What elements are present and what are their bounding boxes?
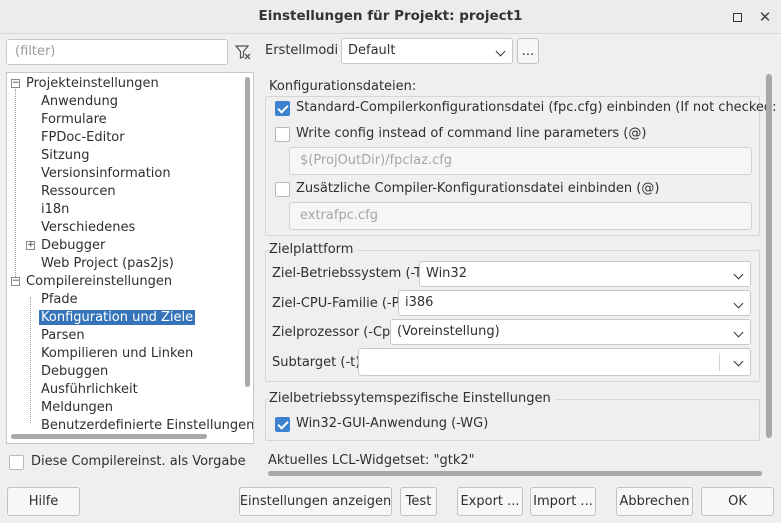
win32-gui-label: Win32-GUI-Anwendung (-WG) bbox=[296, 416, 489, 431]
tree-item[interactable]: Debuggen bbox=[41, 363, 108, 381]
panel-vertical-scrollbar[interactable] bbox=[766, 74, 772, 438]
tree-item-label: Debugger bbox=[41, 238, 106, 253]
cancel-button[interactable]: Abbrechen bbox=[616, 487, 693, 516]
expand-icon[interactable]: + bbox=[26, 241, 35, 250]
title-bar: Einstellungen für Projekt: project1 ✕ bbox=[0, 0, 781, 34]
tree-item-label: Anwendung bbox=[41, 94, 118, 109]
tree-item[interactable]: Formulare bbox=[41, 111, 107, 129]
tree-item-label: Konfiguration und Ziele bbox=[39, 310, 196, 325]
tree-item[interactable]: Projekteinstellungen bbox=[26, 75, 159, 93]
tree-item-label: Verschiedenes bbox=[41, 220, 136, 235]
tree-item[interactable]: Meldungen bbox=[41, 399, 113, 417]
target-os-label: Ziel-Betriebssystem (-T) bbox=[272, 266, 428, 281]
tree-item-label: Ressourcen bbox=[41, 184, 116, 199]
target-cpu-combobox[interactable]: i386 bbox=[398, 290, 751, 316]
win32-gui-checkbox[interactable] bbox=[275, 417, 290, 432]
tree-item[interactable]: Benutzerdefinierte Einstellungen bbox=[41, 417, 254, 435]
use-as-default-checkbox[interactable] bbox=[9, 455, 24, 470]
tree-item[interactable]: Versionsinformation bbox=[41, 165, 171, 183]
tree-item[interactable]: FPDoc-Editor bbox=[41, 129, 125, 147]
tree-item[interactable]: Compilereinstellungen bbox=[26, 273, 172, 291]
test-button[interactable]: Test bbox=[400, 487, 437, 516]
tree-item-label: Versionsinformation bbox=[41, 166, 171, 181]
chevron-down-icon bbox=[733, 269, 744, 280]
import-button[interactable]: Import ... bbox=[530, 487, 596, 516]
chevron-down-icon bbox=[733, 298, 744, 309]
collapse-icon[interactable]: − bbox=[11, 79, 20, 88]
tree-item-label: Debuggen bbox=[41, 364, 109, 379]
chevron-down-icon bbox=[733, 327, 744, 338]
subtarget-label: Subtarget (-t) bbox=[272, 355, 361, 370]
tree-item-label: Formulare bbox=[41, 112, 107, 127]
config-files-title: Konfigurationsdateien: bbox=[269, 79, 421, 94]
show-options-button[interactable]: Einstellungen anzeigen bbox=[239, 487, 392, 516]
standard-config-checkbox[interactable] bbox=[275, 101, 290, 116]
os-specific-title: Zielbetriebssytemspezifische Einstellung… bbox=[269, 391, 555, 406]
window-title: Einstellungen für Projekt: project1 bbox=[258, 8, 523, 24]
standard-config-label: Standard-Compilerkonfigurationsdatei (fp… bbox=[296, 100, 781, 115]
tree-item[interactable]: i18n bbox=[41, 201, 69, 219]
tree-item[interactable]: Debugger bbox=[41, 237, 105, 255]
tree-item[interactable]: Ressourcen bbox=[41, 183, 116, 201]
target-cpu-label: Ziel-CPU-Familie (-P) bbox=[272, 296, 405, 311]
use-as-default-label: Diese Compilereinst. als Vorgabe bbox=[31, 454, 246, 469]
tree-item-label: FPDoc-Editor bbox=[41, 130, 125, 145]
write-config-path-field[interactable]: $(ProjOutDir)/fpclaz.cfg bbox=[289, 147, 752, 175]
tree-item[interactable]: Ausführlichkeit bbox=[41, 381, 138, 399]
tree-horizontal-scrollbar[interactable] bbox=[11, 434, 207, 439]
tree-item[interactable]: Web Project (pas2js) bbox=[41, 255, 174, 273]
help-button[interactable]: Hilfe bbox=[7, 487, 80, 516]
panel-horizontal-scrollbar[interactable] bbox=[268, 471, 762, 476]
buildmodes-label: Erstellmodi bbox=[265, 43, 339, 58]
close-icon[interactable]: ✕ bbox=[755, 7, 775, 27]
target-os-value: Win32 bbox=[426, 266, 467, 281]
buildmodes-more-button[interactable]: ... bbox=[517, 38, 539, 64]
additional-config-path-field[interactable]: extrafpc.cfg bbox=[289, 202, 752, 230]
lcl-widgetset-label: Aktuelles LCL-Widgetset: "gtk2" bbox=[268, 453, 475, 468]
tree-item-label: i18n bbox=[41, 202, 70, 217]
collapse-icon[interactable]: − bbox=[11, 277, 20, 286]
ok-button[interactable]: OK bbox=[701, 487, 774, 516]
buildmode-combobox[interactable]: Default bbox=[341, 38, 513, 64]
target-cpu-value: i386 bbox=[405, 295, 434, 310]
target-os-combobox[interactable]: Win32 bbox=[419, 261, 751, 287]
subtarget-combobox[interactable] bbox=[358, 348, 751, 376]
write-config-label: Write config instead of command line par… bbox=[296, 126, 647, 141]
tree-item-label: Projekteinstellungen bbox=[26, 76, 159, 91]
options-tree[interactable]: Projekteinstellungen − Anwendung Formulare F… bbox=[6, 72, 254, 444]
tree-item[interactable]: Anwendung bbox=[41, 93, 118, 111]
target-platform-title: Zielplattform bbox=[269, 242, 358, 257]
filter-input[interactable]: (filter) bbox=[6, 39, 228, 65]
tree-item[interactable]: Pfade bbox=[41, 291, 78, 309]
tree-item[interactable]: Sitzung bbox=[41, 147, 90, 165]
target-processor-combobox[interactable]: (Voreinstellung) bbox=[390, 319, 751, 345]
chevron-down-icon bbox=[733, 356, 744, 367]
tree-item-label: Parsen bbox=[41, 328, 85, 343]
write-config-checkbox[interactable] bbox=[275, 127, 290, 142]
additional-config-checkbox[interactable] bbox=[275, 182, 290, 197]
maximize-icon[interactable] bbox=[727, 7, 747, 27]
tree-item-label: Meldungen bbox=[41, 400, 114, 415]
tree-item-label: Kompilieren und Linken bbox=[41, 346, 194, 361]
tree-item[interactable]: Konfiguration und Ziele bbox=[39, 309, 196, 327]
buildmode-value: Default bbox=[348, 43, 396, 58]
chevron-down-icon bbox=[495, 46, 506, 57]
tree-vertical-scrollbar[interactable] bbox=[245, 77, 250, 387]
filter-clear-icon[interactable] bbox=[232, 40, 254, 64]
tree-item-label: Sitzung bbox=[41, 148, 90, 163]
tree-item-label: Benutzerdefinierte Einstellungen bbox=[41, 418, 254, 433]
target-processor-label: Zielprozessor (-Cp) bbox=[272, 325, 396, 340]
tree-item-label: Pfade bbox=[41, 292, 78, 307]
tree-item-label: Compilereinstellungen bbox=[26, 274, 173, 289]
tree-item[interactable]: Parsen bbox=[41, 327, 85, 345]
tree-item-label: Web Project (pas2js) bbox=[41, 256, 174, 271]
additional-config-label: Zusätzliche Compiler-Konfigurationsdatei… bbox=[296, 181, 660, 196]
export-button[interactable]: Export ... bbox=[457, 487, 523, 516]
tree-item-label: Ausführlichkeit bbox=[41, 382, 138, 397]
tree-item[interactable]: Verschiedenes bbox=[41, 219, 135, 237]
tree-item[interactable]: Kompilieren und Linken bbox=[41, 345, 193, 363]
target-processor-value: (Voreinstellung) bbox=[397, 324, 500, 339]
